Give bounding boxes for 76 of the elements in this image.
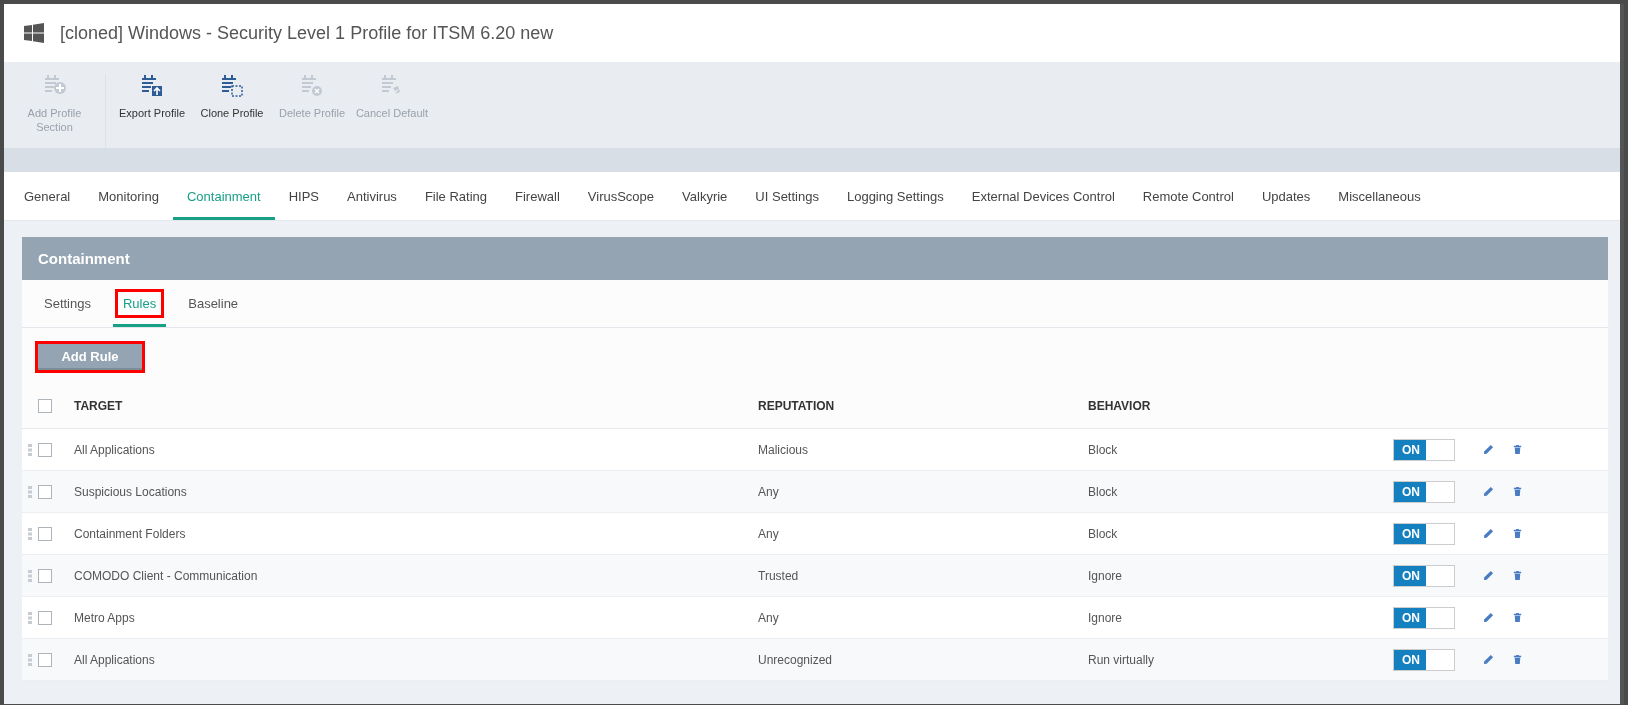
row-checkbox[interactable] — [38, 484, 52, 499]
row-checkbox[interactable] — [38, 610, 52, 625]
export-profile-button[interactable]: Export Profile — [112, 74, 192, 120]
clipboard-delete-icon — [300, 74, 324, 98]
drag-handle-icon[interactable] — [28, 527, 32, 540]
toggle-switch[interactable]: ON — [1393, 522, 1455, 545]
behavior-cell-text: Block — [1088, 442, 1119, 457]
edit-icon[interactable] — [1483, 654, 1494, 665]
delete-icon[interactable] — [1512, 570, 1523, 581]
profile-tab[interactable]: Valkyrie — [668, 172, 742, 220]
profile-tab[interactable]: HIPS — [274, 172, 333, 220]
behavior-cell-text: Block — [1088, 526, 1119, 541]
profile-tab[interactable]: Remote Control — [1128, 172, 1248, 220]
drag-handle-icon[interactable] — [28, 485, 32, 498]
reputation-cell-text: Malicious — [758, 442, 809, 457]
toggle-switch[interactable]: ON — [1393, 438, 1455, 461]
row-checkbox[interactable] — [38, 526, 52, 541]
target-cell-text: Metro Apps — [74, 610, 136, 625]
edit-icon[interactable] — [1483, 528, 1494, 539]
target-cell-text: COMODO Client - Communication — [74, 568, 259, 583]
profile-tab[interactable]: Updates — [1247, 172, 1325, 220]
clone-profile-button[interactable]: Clone Profile — [192, 74, 272, 120]
column-header: REPUTATION — [758, 399, 836, 413]
drag-handle-icon[interactable] — [28, 611, 32, 624]
target-cell-text: Containment Folders — [74, 526, 187, 541]
clipboard-clone-icon — [220, 74, 244, 98]
profile-tab[interactable]: Firewall — [501, 172, 574, 220]
profile-tab[interactable]: UI Settings — [741, 172, 833, 220]
delete-icon[interactable] — [1512, 444, 1523, 455]
delete-icon[interactable] — [1512, 528, 1523, 539]
sub-tab[interactable]: Settings — [36, 289, 99, 318]
row-checkbox[interactable] — [38, 652, 52, 667]
row-checkbox[interactable] — [38, 442, 52, 457]
profile-tab[interactable]: VirusScope — [573, 172, 669, 220]
behavior-cell-text: Block — [1088, 484, 1119, 499]
delete-icon[interactable] — [1512, 612, 1523, 623]
delete-icon[interactable] — [1512, 654, 1523, 665]
panel-header: Containment — [22, 237, 1608, 280]
profile-tab[interactable]: File Rating — [410, 172, 501, 220]
edit-icon[interactable] — [1483, 444, 1494, 455]
drag-handle-icon[interactable] — [28, 653, 32, 666]
windows-logo-icon — [24, 23, 44, 43]
profile-tab[interactable]: Miscellaneous — [1324, 172, 1435, 220]
behavior-cell-text: Run virtually — [1088, 652, 1156, 667]
window-title: [cloned] Windows - Security Level 1 Profile for ITSM 6.20 new — [60, 22, 554, 44]
edit-icon[interactable] — [1483, 570, 1494, 581]
target-cell-text: All Applications — [74, 652, 156, 667]
reputation-cell-text: Unrecognized — [758, 652, 834, 667]
clipboard-export-icon — [140, 74, 164, 98]
profile-tab[interactable]: Antivirus — [333, 172, 411, 220]
edit-icon[interactable] — [1483, 612, 1494, 623]
edit-icon[interactable] — [1483, 486, 1494, 497]
drag-handle-icon[interactable] — [28, 443, 32, 456]
profile-tab[interactable]: External Devices Control — [957, 172, 1129, 220]
drag-handle-icon[interactable] — [28, 569, 32, 582]
column-header: TARGET — [74, 399, 124, 413]
toggle-switch[interactable]: ON — [1393, 648, 1455, 671]
profile-tab[interactable]: Monitoring — [84, 172, 173, 220]
toggle-switch[interactable]: ON — [1393, 480, 1455, 503]
behavior-cell-text: Ignore — [1088, 568, 1124, 583]
reputation-cell-text: Any — [758, 610, 780, 625]
select-all-checkbox[interactable] — [38, 399, 52, 413]
target-cell-text: All Applications — [74, 442, 156, 457]
row-checkbox[interactable] — [38, 568, 52, 583]
toggle-switch[interactable]: ON — [1393, 606, 1455, 629]
reputation-cell-text: Any — [758, 526, 780, 541]
toggle-switch[interactable]: ON — [1393, 564, 1455, 587]
delete-icon[interactable] — [1512, 486, 1523, 497]
sub-tab[interactable]: Baseline — [180, 289, 247, 318]
reputation-cell-text: Trusted — [758, 568, 800, 583]
target-cell-text: Suspicious Locations — [74, 484, 188, 499]
behavior-cell-text: Ignore — [1088, 610, 1124, 625]
profile-tab[interactable]: General — [10, 172, 85, 220]
reputation-cell-text: Any — [758, 484, 780, 499]
profile-tab[interactable]: Logging Settings — [832, 172, 958, 220]
column-header: BEHAVIOR — [1088, 399, 1152, 413]
